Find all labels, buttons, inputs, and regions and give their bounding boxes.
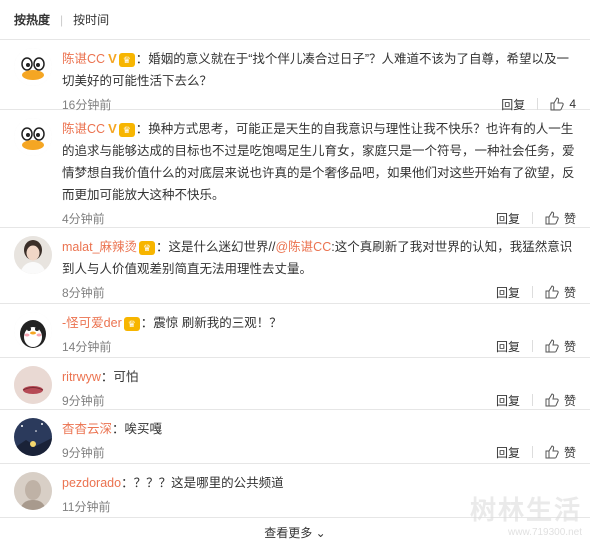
thumbs-up-icon	[545, 445, 559, 459]
comment-item: 杳杳云深：唉买嘎 9分钟前 回复 赞	[0, 410, 590, 464]
comment-actions: 回复 赞	[496, 338, 576, 355]
member-crown-icon: ♛	[139, 240, 156, 255]
site-watermark: 树林生活 www.719300.net	[470, 490, 582, 538]
like-button[interactable]: 赞	[545, 284, 576, 301]
like-button[interactable]: 赞	[545, 444, 576, 461]
comment-item: 陈谌CC V ♛ ：婚姻的意义就在于“找个伴儿凑合过日子”？人难道不该为了自尊，希望以…	[0, 40, 590, 112]
comment-username[interactable]: pezdorado	[62, 476, 121, 490]
comment-body: ritrwyw：可怕	[62, 366, 576, 388]
comment-username[interactable]: 陈谌CC	[62, 122, 105, 136]
tab-by-time[interactable]: 按时间	[73, 11, 109, 28]
like-label: 赞	[563, 339, 576, 354]
comment-item: ritrwyw：可怕 9分钟前 回复 赞	[0, 358, 590, 410]
comment-text: ：这是什么迷幻世界//	[156, 240, 276, 254]
tab-divider: |	[60, 12, 64, 27]
duck-avatar[interactable]	[14, 118, 52, 156]
thumbs-up-icon	[545, 339, 559, 353]
comment-text: ：换种方式思考，可能正是天生的自我意识与理性让我不快乐？也许有的人一生的追求与能…	[62, 122, 575, 202]
tab-by-hot[interactable]: 按热度	[14, 11, 50, 28]
comment-text: ：可怕	[100, 370, 139, 384]
comment-username[interactable]: malat_麻辣烫	[62, 240, 137, 254]
comment-time: 9分钟前	[62, 393, 105, 408]
comment-text: ：婚姻的意义就在于“找个伴儿凑合过日子”？人难道不该为了自尊，希望以及一切美好的…	[62, 52, 570, 88]
watermark-logo: 树林生活	[469, 495, 582, 525]
like-button[interactable]: 赞	[545, 392, 576, 409]
member-crown-icon: ♛	[123, 316, 140, 331]
member-crown-icon: ♛	[118, 122, 135, 137]
like-count: 4	[569, 97, 576, 111]
comment-body: 陈谌CC V ♛ ：婚姻的意义就在于“找个伴儿凑合过日子”？人难道不该为了自尊，希望以…	[62, 48, 576, 92]
comment-body: malat_麻辣烫 ♛ ：这是什么迷幻世界//@陈谌CC:这个真刷新了我对世界的认知…	[62, 236, 576, 280]
action-divider	[531, 286, 533, 298]
action-divider	[537, 98, 539, 110]
comment-item: 陈谌CC V ♛ ：换种方式思考，可能正是天生的自我意识与理性让我不快乐？也许有的人一…	[0, 110, 590, 228]
comment-time: 4分钟前	[62, 211, 105, 226]
like-button[interactable]: 赞	[545, 338, 576, 355]
comment-body: 杳杳云深：唉买嘎	[62, 418, 576, 440]
reply-button[interactable]: 回复	[496, 338, 520, 355]
like-label: 赞	[563, 445, 576, 460]
mention-link[interactable]: @陈谌CC	[275, 240, 331, 254]
comment-text: ：唉买嘎	[112, 422, 163, 436]
thumbs-up-icon	[545, 211, 559, 225]
comment-meta: 8分钟前 回复 赞	[62, 280, 576, 304]
chevron-down-icon: ⌄	[312, 526, 326, 540]
verified-v-icon: V	[108, 51, 117, 66]
comment-username[interactable]: 陈谌CC	[62, 52, 105, 66]
comment-time: 8分钟前	[62, 285, 105, 300]
like-button[interactable]: 4	[550, 97, 576, 111]
thumbs-up-icon	[545, 393, 559, 407]
action-divider	[531, 212, 533, 224]
comment-text: ：？？？这是哪里的公共频道	[121, 476, 284, 490]
girl-photo-avatar[interactable]	[14, 236, 52, 274]
comment-username[interactable]: -怪可爱der	[62, 316, 122, 330]
see-more-link[interactable]: 查看更多	[264, 526, 312, 540]
comment-meta: 9分钟前 回复 赞	[62, 440, 576, 464]
comment-time: 9分钟前	[62, 445, 105, 460]
reply-button[interactable]: 回复	[496, 284, 520, 301]
action-divider	[531, 394, 533, 406]
comment-text: ：震惊 刷新我的三观！？	[140, 316, 282, 330]
sort-tabs: 按热度 | 按时间	[0, 0, 590, 40]
comment-item: malat_麻辣烫 ♛ ：这是什么迷幻世界//@陈谌CC:这个真刷新了我对世界的认知…	[0, 228, 590, 304]
thumbs-up-icon	[550, 97, 565, 111]
reply-button[interactable]: 回复	[496, 210, 520, 227]
penguin-avatar[interactable]	[14, 312, 52, 350]
comment-actions: 回复 赞	[496, 210, 576, 227]
comment-meta: 9分钟前 回复 赞	[62, 388, 576, 412]
reply-button[interactable]: 回复	[496, 392, 520, 409]
sketch-avatar[interactable]	[14, 472, 52, 510]
like-label: 赞	[563, 285, 576, 300]
night-sky-avatar[interactable]	[14, 418, 52, 456]
duck-avatar[interactable]	[14, 48, 52, 86]
comment-body: -怪可爱der ♛ ：震惊 刷新我的三观！？	[62, 312, 576, 334]
thumbs-up-icon	[545, 285, 559, 299]
comment-actions: 回复 赞	[496, 284, 576, 301]
comment-username[interactable]: ritrwyw	[62, 370, 101, 384]
comment-meta: 14分钟前 回复 赞	[62, 334, 576, 358]
comment-actions: 回复 赞	[496, 444, 576, 461]
comment-username[interactable]: 杳杳云深	[62, 422, 112, 436]
reply-button[interactable]: 回复	[496, 444, 520, 461]
comment-time: 11分钟前	[62, 499, 111, 514]
watermark-url: www.719300.net	[508, 527, 582, 538]
action-divider	[531, 446, 533, 458]
like-label: 赞	[563, 211, 576, 226]
like-button[interactable]: 赞	[545, 210, 576, 227]
comment-item: -怪可爱der ♛ ：震惊 刷新我的三观！？ 14分钟前 回复 赞	[0, 304, 590, 358]
comment-time: 14分钟前	[62, 339, 112, 354]
like-label: 赞	[563, 393, 576, 408]
lips-photo-avatar[interactable]	[14, 366, 52, 404]
comment-body: 陈谌CC V ♛ ：换种方式思考，可能正是天生的自我意识与理性让我不快乐？也许有的人一…	[62, 118, 576, 206]
verified-v-icon: V	[108, 121, 117, 136]
comment-actions: 回复 赞	[496, 392, 576, 409]
action-divider	[531, 340, 533, 352]
member-crown-icon: ♛	[118, 52, 135, 67]
comment-meta: 4分钟前 回复 赞	[62, 206, 576, 230]
